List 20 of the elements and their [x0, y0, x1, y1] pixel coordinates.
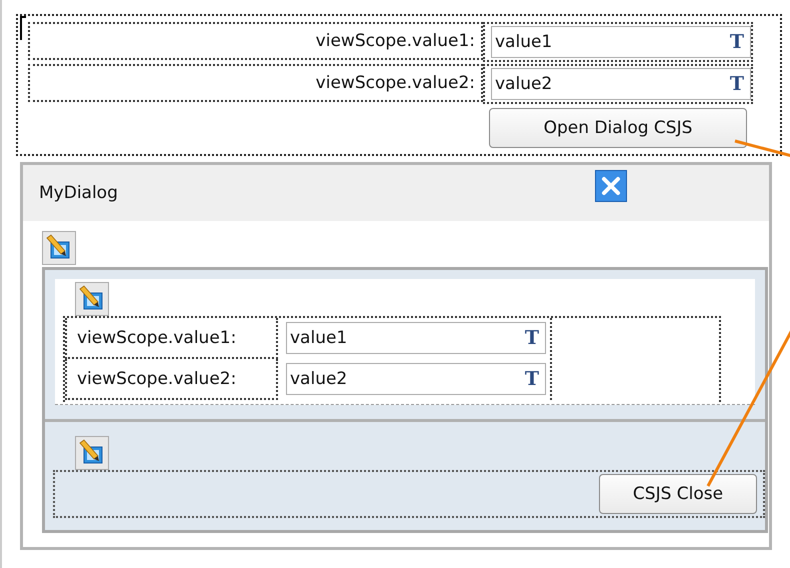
- dialog-title: MyDialog: [39, 183, 119, 203]
- text-type-icon: T: [524, 368, 539, 390]
- text-type-icon: T: [730, 73, 744, 95]
- text-type-icon: T: [730, 31, 744, 53]
- close-button[interactable]: CSJS Close: [599, 474, 757, 514]
- text-field[interactable]: value1 T: [286, 322, 546, 354]
- edit-icon[interactable]: [42, 231, 76, 265]
- text-field[interactable]: value1 T: [491, 26, 751, 58]
- field-label: viewScope.value2:: [316, 73, 475, 93]
- field-label: viewScope.value1:: [77, 328, 236, 348]
- close-icon[interactable]: [595, 170, 627, 202]
- annotation-line: [734, 140, 790, 158]
- open-dialog-button[interactable]: Open Dialog CSJS: [489, 108, 747, 148]
- text-type-icon: T: [524, 327, 539, 349]
- field-label: viewScope.value2:: [77, 368, 236, 388]
- edit-icon[interactable]: [75, 436, 109, 470]
- text-field[interactable]: value2 T: [286, 363, 546, 395]
- field-label: viewScope.value1:: [316, 31, 475, 51]
- edit-icon[interactable]: [75, 282, 109, 316]
- text-field[interactable]: value2 T: [491, 68, 751, 100]
